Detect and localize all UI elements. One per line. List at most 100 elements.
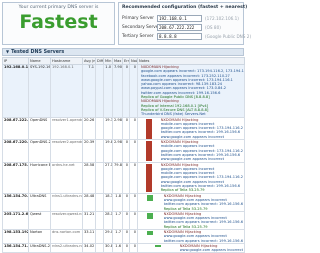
min-ms: 18.36 <box>103 192 113 212</box>
col-header-hostname[interactable]: Hostname <box>50 57 83 65</box>
server-ip[interactable]: 198.153.192.1 <box>2 228 29 244</box>
notes-list: NXDOMAIN Hijacking mobile.com appears inc… <box>161 141 243 161</box>
speed-gauge <box>147 212 154 219</box>
min-ms: 29.07 <box>103 228 113 244</box>
max-ms: 1.8 <box>112 192 123 212</box>
note-line[interactable]: www.google.com appears incorrect <box>180 248 243 252</box>
note-line[interactable]: twitter.com appears incorrect: 199.16.15… <box>164 202 243 206</box>
col-header-diff[interactable]: Diff <box>95 57 104 65</box>
notes-list: NXDOMAIN Hijacking www.google.com appears… <box>164 230 243 243</box>
note-line[interactable]: google.com appears incorrect: 173.194.11… <box>141 69 244 73</box>
avg-ms: 28.58 <box>82 161 96 194</box>
secondary-server-row: Secondary Server 208.67.222.222 (OS 80) <box>122 24 242 31</box>
diff-ms <box>95 192 104 212</box>
col-header-noans[interactable]: NoAns <box>129 57 138 65</box>
error-count: 0 <box>122 242 130 253</box>
col-header-ip[interactable]: IP <box>2 57 29 65</box>
col-header-notes[interactable]: Notes <box>137 57 245 65</box>
server-name: Qwest <box>28 210 51 230</box>
note-line[interactable]: Replica of Telia 53.25.79 <box>164 225 243 229</box>
server-name: SYS-192.168.0.1 <box>28 64 51 118</box>
table-row: 192.168.0.1SYS-192.168.0.1192.168.0.17.1… <box>2 64 245 118</box>
avg-ms: 28.48 <box>82 192 96 212</box>
noanswer-count: 0 <box>129 64 138 118</box>
verdict-text: Fastest <box>19 11 98 33</box>
server-ip[interactable]: 208.67.220.220 <box>2 139 29 163</box>
diff-ms <box>95 228 104 244</box>
note-line[interactable]: twitter.com appears incorrect: 199.16.15… <box>164 239 243 243</box>
secondary-server-alt: (OS 80) <box>205 25 221 30</box>
min-ms: 19.3 <box>103 116 113 141</box>
collapse-caret-icon[interactable]: ▼ <box>6 49 9 54</box>
table-row: 205.171.2.65 Qwest resolver.qwest.net 31.21… <box>2 210 245 230</box>
diff-ms <box>95 116 104 141</box>
tertiary-server-field[interactable]: 8.8.8.8 <box>157 33 202 40</box>
secondary-server-field[interactable]: 208.67.222.222 <box>157 24 202 31</box>
notes-list: NXDOMAIN Hijacking www.google.com appears… <box>180 244 243 252</box>
error-count: 0 <box>122 228 130 244</box>
col-header-min[interactable]: Min <box>103 57 113 65</box>
note-line[interactable]: Replica of Telia 53.25.79 <box>164 207 243 211</box>
primary-server-row: Primary Server 192.168.0.1 (172.102.106.… <box>122 15 242 22</box>
server-ip[interactable]: 156.154.70.1 <box>2 192 29 212</box>
error-count: 0 <box>122 210 130 230</box>
max-ms: 79.8 / 3 <box>112 161 123 194</box>
server-ip[interactable]: 208.67.222.222 <box>2 116 29 141</box>
notes-list: NXDOMAIN Hijacking www.google.com appears… <box>164 212 243 229</box>
avg-ms: 34.02 <box>82 242 96 253</box>
table-row: 208.67.222.222OpenDNSresolver1.opendns.c… <box>2 116 245 141</box>
tested-servers-table: IP Name Hostname Avg (ms) Diff Min Max E… <box>2 57 245 253</box>
avg-ms: 20.26 <box>82 116 96 141</box>
server-notes: NXDOMAIN Hijacking www.google.com appears… <box>137 192 245 212</box>
min-ms: 19.8 <box>103 139 113 163</box>
current-dns-summary: Your current primary DNS server is Faste… <box>2 2 115 45</box>
min-ms: 30.80 <box>103 242 113 253</box>
primary-server-label: Primary Server <box>122 16 155 21</box>
max-ms: 2.98 / 2.8 <box>112 116 123 141</box>
primary-server-field[interactable]: 192.168.0.1 <box>157 15 202 22</box>
col-header-error[interactable]: Error <box>122 57 130 65</box>
error-count: 0 <box>122 64 130 118</box>
server-hostname: rdns1.ultradns.net <box>50 192 83 212</box>
noanswer-count: 0 <box>129 139 138 163</box>
server-ip[interactable]: 156.154.71.1 <box>2 242 29 253</box>
avg-ms: 33.11 <box>82 228 96 244</box>
note-line[interactable]: www.google.com appears incorrect <box>161 157 243 161</box>
max-ms: 1.7 <box>112 210 123 230</box>
speed-gauge <box>145 163 152 193</box>
server-notes: NXDOMAIN Hijacking mobile.com appears inc… <box>137 139 245 163</box>
max-ms: 7.90 <box>112 64 123 118</box>
col-header-max[interactable]: Max <box>112 57 123 65</box>
table-row: 156.154.71.1 UltraDNS-2 rdns2.ultradns.net… <box>2 242 245 253</box>
server-notes: NXDOMAIN Hijacking www.google.com appears… <box>137 228 245 244</box>
tertiary-server-label: Tertiary Server <box>122 34 154 39</box>
server-ip[interactable]: 205.171.2.65 <box>2 210 29 230</box>
server-ip[interactable]: 192.168.0.1 <box>2 64 29 118</box>
speed-gauge <box>147 230 154 235</box>
server-notes: NXDOMAIN Hijacking google.com appears inc… <box>137 64 245 118</box>
col-header-name[interactable]: Name <box>28 57 51 65</box>
diff-ms <box>95 139 104 163</box>
notes-list: NXDOMAIN Hijacking google.com appears inc… <box>161 163 243 192</box>
server-name: Hurricane Electric <box>28 161 51 194</box>
server-ip[interactable]: 208.67.175.2 <box>2 161 29 194</box>
noanswer-count: 0 <box>129 242 138 253</box>
diff-ms <box>95 64 104 118</box>
note-line[interactable]: www.google.com appears incorrect <box>161 135 243 139</box>
table-header-row: IP Name Hostname Avg (ms) Diff Min Max E… <box>2 57 245 65</box>
secondary-server-label: Secondary Server <box>122 25 161 30</box>
noanswer-count: 0 <box>129 192 138 212</box>
error-count: 0 <box>122 192 130 212</box>
tested-servers-header[interactable]: ▼ Tested DNS Servers <box>2 48 244 56</box>
server-notes: NXDOMAIN Hijacking www.google.com appears… <box>137 210 245 230</box>
noanswer-count: 0 <box>129 210 138 230</box>
table-row: 208.67.220.220OpenDNS-2resolver2.opendns… <box>2 139 245 163</box>
speed-gauge <box>147 194 154 201</box>
note-line[interactable]: Thunderbird DNS (fake) Servers.Net <box>141 112 244 116</box>
col-header-avg[interactable]: Avg (ms) <box>82 57 96 65</box>
max-ms: 1.7 <box>112 228 123 244</box>
note-line[interactable]: Replica of Telia 53.25.79 <box>161 188 243 192</box>
diff-ms <box>95 161 104 194</box>
error-count: 0 <box>122 116 130 141</box>
table-row: 208.67.175.2Hurricane Electricordns.he.n… <box>2 161 245 194</box>
